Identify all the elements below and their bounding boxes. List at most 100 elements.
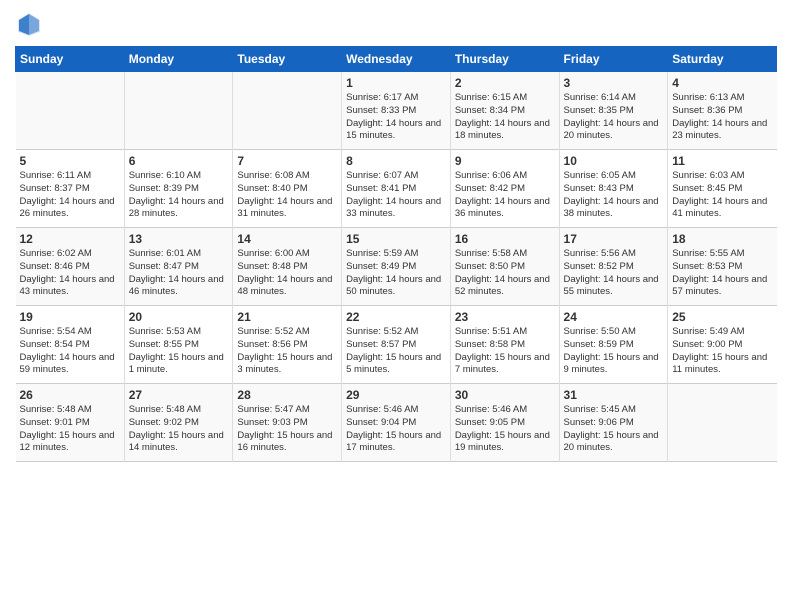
calendar-week-row: 26 Sunrise: 5:48 AM Sunset: 9:01 PM Dayli… — [16, 384, 777, 462]
calendar-cell: 7Sunrise: 6:08 AM Sunset: 8:40 PM Daylig… — [233, 150, 342, 228]
cell-text: Sunrise: 5:48 AM Sunset: 9:01 PM Dayligh… — [20, 404, 120, 455]
calendar-cell: 12Sunrise: 6:02 AM Sunset: 8:46 PM Dayli… — [16, 228, 125, 306]
day-number: 22 — [346, 310, 446, 324]
calendar-week-row: 19Sunrise: 5:54 AM Sunset: 8:54 PM Dayli… — [16, 306, 777, 384]
cell-text: Sunrise: 5:46 AM Sunset: 9:05 PM Dayligh… — [455, 404, 555, 455]
cell-text: Sunrise: 6:01 AM Sunset: 8:47 PM Dayligh… — [129, 248, 229, 299]
logo-icon — [15, 10, 43, 38]
calendar-cell: 18 Sunrise: 5:55 AM Sunset: 8:53 PM Dayli… — [668, 228, 777, 306]
calendar-cell: 20 Sunrise: 5:53 AM Sunset: 8:55 PM Dayli… — [124, 306, 233, 384]
day-number: 18 — [672, 232, 772, 246]
calendar-cell: 22 Sunrise: 5:52 AM Sunset: 8:57 PM Dayli… — [342, 306, 451, 384]
day-number: 21 — [237, 310, 337, 324]
cell-text: Sunrise: 6:00 AM Sunset: 8:48 PM Dayligh… — [237, 248, 337, 299]
calendar-cell: 5 Sunrise: 6:11 AM Sunset: 8:37 PM Daylig… — [16, 150, 125, 228]
weekday-header: Wednesday — [342, 47, 451, 72]
weekday-header: Friday — [559, 47, 668, 72]
cell-text: Sunrise: 5:49 AM Sunset: 9:00 PM Dayligh… — [672, 326, 772, 377]
cell-text: Sunrise: 6:14 AM Sunset: 8:35 PM Dayligh… — [564, 92, 664, 143]
weekday-header: Monday — [124, 47, 233, 72]
calendar-cell: 6 Sunrise: 6:10 AM Sunset: 8:39 PM Daylig… — [124, 150, 233, 228]
weekday-header: Sunday — [16, 47, 125, 72]
weekday-header: Tuesday — [233, 47, 342, 72]
calendar-week-row: 1 Sunrise: 6:17 AM Sunset: 8:33 PM Daylig… — [16, 72, 777, 150]
day-number: 15 — [346, 232, 446, 246]
day-number: 11 — [672, 154, 772, 168]
day-number: 5 — [20, 154, 120, 168]
cell-text: Sunrise: 5:51 AM Sunset: 8:58 PM Dayligh… — [455, 326, 555, 377]
calendar-cell: 25 Sunrise: 5:49 AM Sunset: 9:00 PM Dayli… — [668, 306, 777, 384]
cell-text: Sunrise: 6:07 AM Sunset: 8:41 PM Dayligh… — [346, 170, 446, 221]
cell-text: Sunrise: 6:03 AM Sunset: 8:45 PM Dayligh… — [672, 170, 772, 221]
logo — [15, 10, 47, 38]
calendar-header-row: SundayMondayTuesdayWednesdayThursdayFrid… — [16, 47, 777, 72]
calendar-cell: 19Sunrise: 5:54 AM Sunset: 8:54 PM Dayli… — [16, 306, 125, 384]
day-number: 7 — [237, 154, 337, 168]
calendar-cell: 27 Sunrise: 5:48 AM Sunset: 9:02 PM Dayli… — [124, 384, 233, 462]
day-number: 17 — [564, 232, 664, 246]
calendar-table: SundayMondayTuesdayWednesdayThursdayFrid… — [15, 46, 777, 462]
calendar-cell — [233, 72, 342, 150]
day-number: 28 — [237, 388, 337, 402]
calendar-cell: 23 Sunrise: 5:51 AM Sunset: 8:58 PM Dayli… — [450, 306, 559, 384]
cell-text: Sunrise: 5:48 AM Sunset: 9:02 PM Dayligh… — [129, 404, 229, 455]
cell-text: Sunrise: 5:52 AM Sunset: 8:57 PM Dayligh… — [346, 326, 446, 377]
day-number: 8 — [346, 154, 446, 168]
calendar-cell: 21 Sunrise: 5:52 AM Sunset: 8:56 PM Dayli… — [233, 306, 342, 384]
calendar-cell: 13 Sunrise: 6:01 AM Sunset: 8:47 PM Dayli… — [124, 228, 233, 306]
calendar-cell: 8 Sunrise: 6:07 AM Sunset: 8:41 PM Daylig… — [342, 150, 451, 228]
cell-text: Sunrise: 6:13 AM Sunset: 8:36 PM Dayligh… — [672, 92, 772, 143]
day-number: 12 — [20, 232, 120, 246]
calendar-cell: 15 Sunrise: 5:59 AM Sunset: 8:49 PM Dayli… — [342, 228, 451, 306]
cell-text: Sunrise: 5:46 AM Sunset: 9:04 PM Dayligh… — [346, 404, 446, 455]
cell-text: Sunrise: 5:53 AM Sunset: 8:55 PM Dayligh… — [129, 326, 229, 377]
day-number: 9 — [455, 154, 555, 168]
cell-text: Sunrise: 5:58 AM Sunset: 8:50 PM Dayligh… — [455, 248, 555, 299]
calendar-cell: 1 Sunrise: 6:17 AM Sunset: 8:33 PM Daylig… — [342, 72, 451, 150]
day-number: 23 — [455, 310, 555, 324]
weekday-header: Thursday — [450, 47, 559, 72]
day-number: 13 — [129, 232, 229, 246]
day-number: 29 — [346, 388, 446, 402]
day-number: 3 — [564, 76, 664, 90]
cell-text: Sunrise: 6:15 AM Sunset: 8:34 PM Dayligh… — [455, 92, 555, 143]
cell-text: Sunrise: 5:54 AM Sunset: 8:54 PM Dayligh… — [20, 326, 120, 377]
day-number: 26 — [20, 388, 120, 402]
page-container: SundayMondayTuesdayWednesdayThursdayFrid… — [0, 0, 792, 472]
cell-text: Sunrise: 5:59 AM Sunset: 8:49 PM Dayligh… — [346, 248, 446, 299]
calendar-cell: 17 Sunrise: 5:56 AM Sunset: 8:52 PM Dayli… — [559, 228, 668, 306]
weekday-header: Saturday — [668, 47, 777, 72]
day-number: 2 — [455, 76, 555, 90]
cell-text: Sunrise: 6:06 AM Sunset: 8:42 PM Dayligh… — [455, 170, 555, 221]
calendar-cell: 30 Sunrise: 5:46 AM Sunset: 9:05 PM Dayli… — [450, 384, 559, 462]
calendar-cell — [668, 384, 777, 462]
day-number: 25 — [672, 310, 772, 324]
day-number: 20 — [129, 310, 229, 324]
calendar-cell: 28Sunrise: 5:47 AM Sunset: 9:03 PM Dayli… — [233, 384, 342, 462]
cell-text: Sunrise: 5:50 AM Sunset: 8:59 PM Dayligh… — [564, 326, 664, 377]
day-number: 4 — [672, 76, 772, 90]
cell-text: Sunrise: 5:56 AM Sunset: 8:52 PM Dayligh… — [564, 248, 664, 299]
day-number: 1 — [346, 76, 446, 90]
calendar-cell: 10 Sunrise: 6:05 AM Sunset: 8:43 PM Dayli… — [559, 150, 668, 228]
calendar-week-row: 5 Sunrise: 6:11 AM Sunset: 8:37 PM Daylig… — [16, 150, 777, 228]
day-number: 6 — [129, 154, 229, 168]
calendar-cell: 24Sunrise: 5:50 AM Sunset: 8:59 PM Dayli… — [559, 306, 668, 384]
day-number: 10 — [564, 154, 664, 168]
day-number: 14 — [237, 232, 337, 246]
cell-text: Sunrise: 5:55 AM Sunset: 8:53 PM Dayligh… — [672, 248, 772, 299]
calendar-week-row: 12Sunrise: 6:02 AM Sunset: 8:46 PM Dayli… — [16, 228, 777, 306]
cell-text: Sunrise: 6:17 AM Sunset: 8:33 PM Dayligh… — [346, 92, 446, 143]
calendar-cell: 11 Sunrise: 6:03 AM Sunset: 8:45 PM Dayli… — [668, 150, 777, 228]
cell-text: Sunrise: 6:11 AM Sunset: 8:37 PM Dayligh… — [20, 170, 120, 221]
cell-text: Sunrise: 5:45 AM Sunset: 9:06 PM Dayligh… — [564, 404, 664, 455]
page-header — [15, 10, 777, 38]
day-number: 30 — [455, 388, 555, 402]
day-number: 27 — [129, 388, 229, 402]
day-number: 31 — [564, 388, 664, 402]
cell-text: Sunrise: 5:52 AM Sunset: 8:56 PM Dayligh… — [237, 326, 337, 377]
calendar-cell: 14 Sunrise: 6:00 AM Sunset: 8:48 PM Dayli… — [233, 228, 342, 306]
cell-text: Sunrise: 6:10 AM Sunset: 8:39 PM Dayligh… — [129, 170, 229, 221]
calendar-cell — [16, 72, 125, 150]
cell-text: Sunrise: 6:05 AM Sunset: 8:43 PM Dayligh… — [564, 170, 664, 221]
